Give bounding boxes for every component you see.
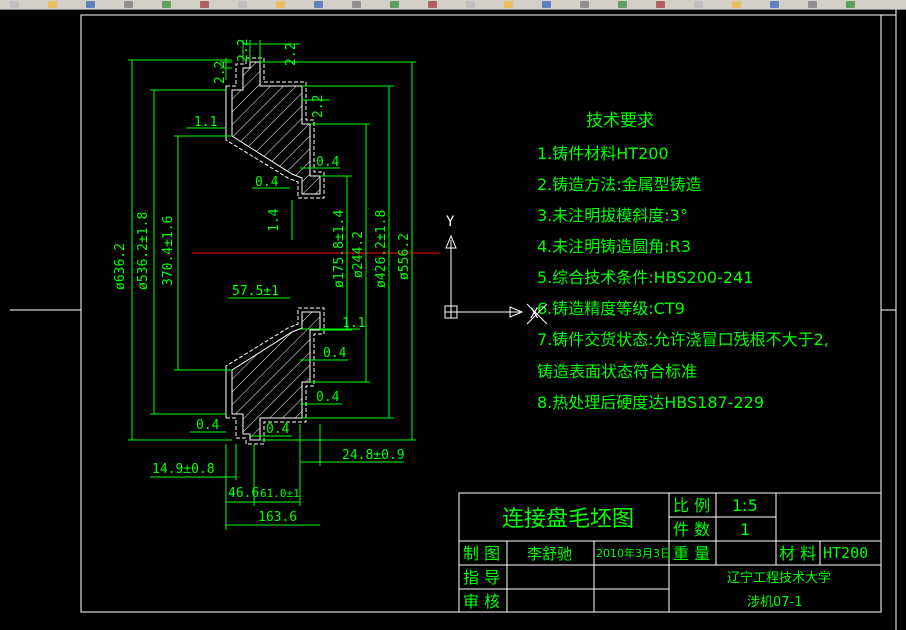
ucs-icon (444, 234, 524, 319)
dim-244: ø244.2 (351, 231, 366, 278)
dim-536: ø536.2±1.8 (136, 212, 151, 290)
drawing-canvas[interactable]: ø636.2 ø536.2±1.8 370.4±1.6 ø175.8±1.4 ø… (0, 9, 906, 630)
calculator-icon[interactable] (808, 1, 817, 8)
requirement-7: 7.铸件交货状态:允许浇冒口残根不大于2, (537, 330, 829, 349)
drawing-title: 连接盘毛坯图 (502, 507, 634, 532)
dim-2-2-a: 2.2 (236, 39, 251, 62)
dim-46-6: 46.6 (228, 486, 259, 501)
dim-0-4-f: 0.4 (266, 422, 290, 437)
requirement-4: 4.未注明铸造圆角:R3 (537, 237, 691, 256)
open-icon[interactable] (48, 1, 57, 8)
zoom-window-icon[interactable] (542, 1, 551, 8)
technical-requirements: 技术要求 1.铸件材料HT200 2.铸造方法:金属型铸造 3.未注明拔模斜度:… (537, 111, 829, 412)
dim-556: ø556.2 (397, 233, 412, 280)
drawing-frame (10, 9, 897, 630)
review-label: 审 核 (463, 592, 500, 611)
dim-426: ø426.2±1.8 (374, 210, 389, 288)
dim-175: ø175.8±1.4 (332, 210, 347, 288)
dim-0-4-a: 0.4 (316, 155, 340, 170)
dim-1-1-bot: 1.1 (342, 316, 365, 331)
preview-icon[interactable] (162, 1, 171, 8)
weight-label: 重 量 (673, 544, 710, 563)
school-name: 辽宁工程技术大学 (727, 570, 831, 586)
dim-57-5: 57.5±1 (232, 284, 279, 299)
drawn-date: 2010年3月3日 (596, 546, 671, 560)
title-block-text: 连接盘毛坯图 比 例 1:5 件 数 1 制 图 李舒驰 2010年3月3日 重… (463, 496, 868, 611)
scale-label: 比 例 (673, 496, 710, 515)
copy-icon[interactable] (276, 1, 285, 8)
zoom-previous-icon[interactable] (580, 1, 589, 8)
dim-24-8: 24.8±0.9 (342, 448, 405, 463)
new-icon[interactable] (10, 1, 19, 8)
material-value: HT200 (823, 544, 868, 562)
paste-icon[interactable] (314, 1, 323, 8)
drawn-name: 李舒驰 (527, 545, 572, 563)
guide-label: 指 导 (463, 568, 500, 587)
qty-value: 1 (740, 520, 750, 539)
dim-61-0: 61.0±1 (260, 487, 300, 500)
qty-label: 件 数 (673, 520, 710, 539)
match-icon[interactable] (352, 1, 361, 8)
dim-163-6: 163.6 (258, 510, 297, 525)
dim-2-2-b: 2.2 (213, 61, 228, 84)
dim-1-4: 1.4 (267, 208, 282, 232)
design-center-icon[interactable] (656, 1, 665, 8)
properties-icon[interactable] (618, 1, 627, 8)
requirements-title: 技术要求 (586, 111, 654, 131)
print-icon[interactable] (124, 1, 133, 8)
save-icon[interactable] (86, 1, 95, 8)
dim-14-9: 14.9±0.8 (152, 462, 215, 477)
requirement-2: 2.铸造方法:金属型铸造 (537, 175, 702, 194)
drawn-label: 制 图 (463, 544, 500, 563)
dim-0-4-e: 0.4 (196, 418, 220, 433)
help-icon[interactable] (846, 1, 855, 8)
redo-icon[interactable] (428, 1, 437, 8)
ucs-y-label: Y (446, 214, 455, 230)
dim-0-4-b: 0.4 (255, 175, 279, 190)
scale-value: 1:5 (732, 496, 758, 515)
dim-370: 370.4±1.6 (161, 216, 176, 286)
undo-icon[interactable] (390, 1, 399, 8)
dim-2-2-d: 2.2 (311, 95, 326, 118)
class-name: 涉机07-1 (747, 595, 803, 610)
material-label: 材 料 (779, 544, 816, 563)
requirement-6: 6.铸造精度等级:CT9 (537, 299, 685, 318)
sheet-set-icon[interactable] (732, 1, 741, 8)
dim-0-4-d: 0.4 (316, 390, 340, 405)
zoom-icon[interactable] (504, 1, 513, 8)
pan-icon[interactable] (466, 1, 475, 8)
markup-icon[interactable] (770, 1, 779, 8)
requirement-7-cont: 铸造表面状态符合标准 (537, 362, 697, 381)
dim-1-1-top: 1.1 (194, 115, 217, 130)
dim-2-2-c: 2.2 (284, 43, 299, 66)
dim-0-4-c: 0.4 (323, 346, 347, 361)
plot-icon[interactable] (200, 1, 209, 8)
requirement-5: 5.综合技术条件:HBS200-241 (537, 268, 753, 287)
dim-636: ø636.2 (113, 243, 128, 290)
requirement-3: 3.未注明拔模斜度:3° (537, 206, 688, 225)
cut-icon[interactable] (238, 1, 247, 8)
requirement-8: 8.热处理后硬度达HBS187-229 (537, 393, 764, 412)
tool-palettes-icon[interactable] (694, 1, 703, 8)
requirement-1: 1.铸件材料HT200 (537, 144, 669, 163)
